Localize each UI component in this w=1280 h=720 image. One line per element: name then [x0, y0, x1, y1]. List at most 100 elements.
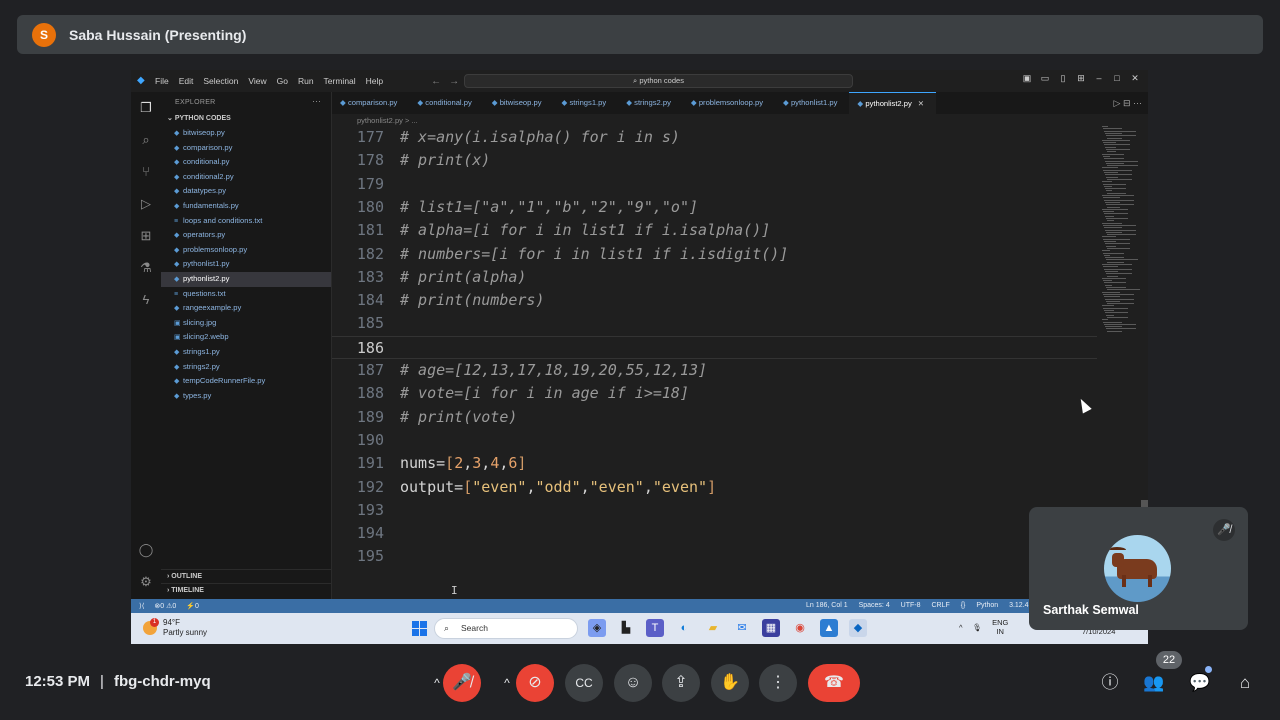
tab-strings1[interactable]: ◆ strings1.py — [554, 92, 619, 114]
code-line[interactable]: 183 # print(alpha) — [332, 266, 1097, 289]
code-line[interactable]: 192 output=["even","odd","even","even"] — [332, 476, 1097, 499]
line-ending[interactable]: CRLF — [931, 602, 949, 609]
tab-close-icon[interactable]: ✕ — [918, 99, 924, 108]
command-search[interactable]: ⌕ python codes — [464, 74, 853, 88]
code-editor[interactable]: pythonlist2.py > ... 177 # x=any(i.isalph… — [332, 114, 1102, 599]
raise-hand-button[interactable]: ✋ — [711, 664, 749, 702]
timeline-section[interactable]: › TIMELINE — [161, 583, 332, 597]
file-item[interactable]: ◆ pythonlist2.py — [161, 271, 331, 287]
microphone-icon[interactable]: 🎙 — [973, 623, 983, 632]
layout-icon[interactable]: ▣ — [1020, 73, 1034, 84]
meeting-code[interactable]: fbg-chdr-myq — [114, 673, 211, 690]
explorer-icon[interactable]: ❐ — [138, 100, 154, 116]
lightning-icon[interactable]: ϟ — [138, 292, 154, 308]
ports-status[interactable]: ⚡0 — [186, 603, 199, 610]
panel-icon[interactable]: ▭ — [1038, 73, 1052, 84]
remote-icon[interactable]: ⟩⟨ — [139, 603, 144, 610]
captions-button[interactable]: CC — [565, 664, 603, 702]
code-line[interactable]: 181 # alpha=[i for i in list1 if i.isalph… — [332, 219, 1097, 242]
file-item[interactable]: ▣ slicing.jpg — [161, 316, 331, 331]
tab-comparison[interactable]: ◆ comparison.py — [332, 92, 409, 114]
code-line[interactable]: 191 nums=[2,3,4,6] — [332, 452, 1097, 475]
taskbar-search[interactable]: ⌕ Search — [434, 618, 578, 639]
menu-view[interactable]: View — [248, 76, 266, 86]
folder-header[interactable]: ⌄ PYTHON CODES — [161, 112, 331, 126]
menu-run[interactable]: Run — [298, 76, 314, 86]
code-line[interactable]: 179 — [332, 173, 1097, 196]
input-language[interactable]: ENG IN — [992, 618, 1008, 636]
menu-selection[interactable]: Selection — [203, 76, 238, 86]
close-icon[interactable]: ✕ — [1128, 73, 1142, 84]
split-editor-icon[interactable]: ⊟ — [1123, 98, 1131, 108]
source-control-icon[interactable]: ⑂ — [138, 164, 154, 180]
forward-arrow-icon[interactable]: → — [449, 76, 459, 87]
file-item[interactable]: ◆ pythonlist1.py — [161, 257, 331, 272]
start-button[interactable] — [412, 621, 427, 636]
more-actions-icon[interactable]: ··· — [312, 96, 321, 106]
file-item[interactable]: ◆ strings1.py — [161, 345, 331, 360]
language-mode[interactable]: {} Python — [961, 602, 998, 609]
tab-bitwiseop[interactable]: ◆ bitwiseop.py — [484, 92, 554, 114]
file-item[interactable]: ◆ conditional2.py — [161, 170, 331, 185]
back-arrow-icon[interactable]: ← — [431, 76, 441, 87]
cursor-position[interactable]: Ln 186, Col 1 — [806, 602, 848, 609]
tab-strings2[interactable]: ◆ strings2.py — [618, 92, 683, 114]
file-item[interactable]: ◆ tempCodeRunnerFile.py — [161, 374, 331, 389]
store-icon[interactable]: ▦ — [762, 619, 780, 637]
chat-button[interactable]: 💬 — [1187, 670, 1213, 696]
file-item[interactable]: ◆ strings2.py — [161, 360, 331, 375]
vscode-taskbar-icon[interactable]: ◆ — [849, 619, 867, 637]
menu-help[interactable]: Help — [366, 76, 383, 86]
file-item[interactable]: ◆ rangeexample.py — [161, 301, 331, 316]
activities-button[interactable]: ⌂ — [1232, 670, 1258, 696]
indentation[interactable]: Spaces: 4 — [859, 602, 890, 609]
file-item[interactable]: ◆ fundamentals.py — [161, 199, 331, 214]
file-item[interactable]: ◆ bitwiseop.py — [161, 126, 331, 141]
more-options-button[interactable]: ⋮ — [759, 664, 797, 702]
weather-widget[interactable]: 1 94°F Partly sunny — [143, 618, 207, 638]
search-icon[interactable]: ⌕ — [138, 132, 154, 148]
people-button[interactable]: 👥 — [1141, 670, 1167, 696]
edge-icon[interactable]: ◐ — [675, 619, 693, 637]
file-item[interactable]: ◆ types.py — [161, 389, 331, 404]
code-line[interactable]: 188 # vote=[i for i in age if i>=18] — [332, 382, 1097, 405]
breadcrumb[interactable]: pythonlist2.py > ... — [357, 116, 418, 125]
sidebar-icon[interactable]: ▯ — [1056, 73, 1070, 84]
file-item[interactable]: ◆ datatypes.py — [161, 184, 331, 199]
teams-icon[interactable]: T — [646, 619, 664, 637]
code-line[interactable]: 186 — [332, 335, 1097, 359]
code-line[interactable]: 184 # print(numbers) — [332, 289, 1097, 312]
camera-toggle[interactable]: ⊘ — [516, 664, 554, 702]
tab-problemsonloop[interactable]: ◆ problemsonloop.py — [683, 92, 775, 114]
present-button[interactable]: ⇪ — [662, 664, 700, 702]
task-view-icon[interactable]: ▙ — [617, 619, 635, 637]
run-icon[interactable]: ▷ — [1114, 98, 1121, 108]
extensions-icon[interactable]: ⊞ — [138, 228, 154, 244]
photos-icon[interactable]: ▲ — [820, 619, 838, 637]
menu-file[interactable]: File — [155, 76, 169, 86]
code-line[interactable]: 178 # print(x) — [332, 149, 1097, 172]
mail-icon[interactable]: ✉ — [733, 619, 751, 637]
customize-layout-icon[interactable]: ⊞ — [1074, 73, 1088, 84]
settings-gear-icon[interactable]: ⚙ — [138, 574, 154, 590]
code-line[interactable]: 182 # numbers=[i for i in list1 if i.isdi… — [332, 243, 1097, 266]
problems-status[interactable]: ⊗0 ⚠0 — [154, 603, 176, 610]
copilot-icon[interactable]: ◈ — [588, 619, 606, 637]
menu-edit[interactable]: Edit — [179, 76, 194, 86]
code-line[interactable]: 185 — [332, 312, 1097, 335]
code-line[interactable]: 187 # age=[12,13,17,18,19,20,55,12,13] — [332, 359, 1097, 382]
minimize-icon[interactable]: – — [1092, 73, 1106, 84]
file-item[interactable]: ≡ loops and conditions.txt — [161, 214, 331, 229]
tab-pythonlist2[interactable]: ◆ pythonlist2.py ✕ — [849, 92, 937, 114]
run-debug-icon[interactable]: ▷ — [138, 196, 154, 212]
outline-section[interactable]: › OUTLINE — [161, 569, 332, 583]
encoding[interactable]: UTF-8 — [901, 602, 921, 609]
file-explorer-icon[interactable]: ▰ — [704, 619, 722, 637]
code-line[interactable]: 195 — [332, 545, 1097, 568]
tab-conditional[interactable]: ◆ conditional.py — [409, 92, 483, 114]
file-item[interactable]: ◆ operators.py — [161, 228, 331, 243]
menu-go[interactable]: Go — [277, 76, 288, 86]
chrome-icon[interactable]: ◉ — [791, 619, 809, 637]
tray-chevron-icon[interactable]: ^ — [959, 623, 963, 632]
account-icon[interactable]: ◯ — [138, 542, 154, 558]
